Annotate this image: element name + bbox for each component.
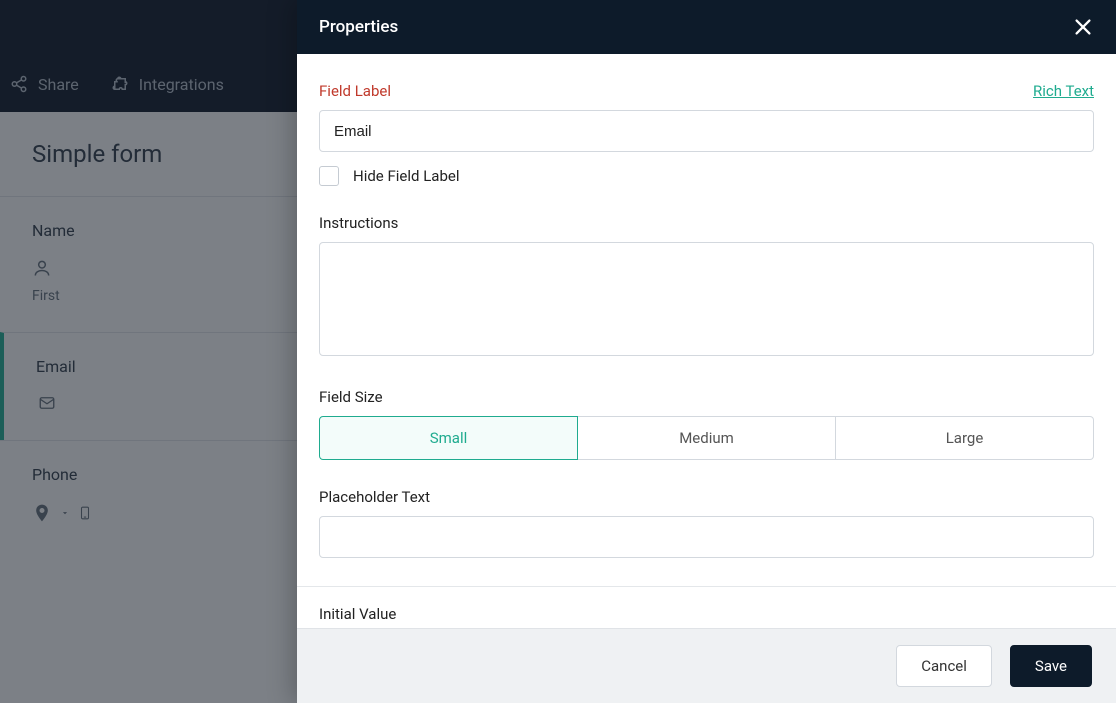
cancel-button[interactable]: Cancel [896, 645, 992, 687]
properties-panel: Properties Field Label Rich Text Hide Fi… [297, 0, 1116, 703]
size-small-button[interactable]: Small [319, 416, 578, 460]
field-label-input[interactable] [319, 110, 1094, 152]
size-medium-button[interactable]: Medium [578, 416, 836, 460]
panel-footer: Cancel Save [297, 628, 1116, 703]
panel-header: Properties [297, 0, 1116, 54]
size-large-button[interactable]: Large [836, 416, 1094, 460]
hide-label-checkbox[interactable] [319, 166, 339, 186]
instructions-textarea[interactable] [319, 242, 1094, 356]
placeholder-caption: Placeholder Text [319, 488, 1094, 506]
close-icon[interactable] [1072, 16, 1094, 38]
save-button[interactable]: Save [1010, 645, 1092, 687]
rich-text-link[interactable]: Rich Text [1033, 82, 1094, 100]
panel-divider [297, 586, 1116, 587]
field-size-group: Small Medium Large [319, 416, 1094, 460]
field-label-caption: Field Label [319, 82, 391, 100]
panel-body: Field Label Rich Text Hide Field Label I… [297, 54, 1116, 628]
instructions-caption: Instructions [319, 214, 1094, 232]
placeholder-input[interactable] [319, 516, 1094, 558]
hide-label-text: Hide Field Label [353, 167, 459, 185]
initial-value-caption: Initial Value [319, 605, 1094, 623]
field-size-caption: Field Size [319, 388, 1094, 406]
panel-title: Properties [319, 17, 398, 37]
